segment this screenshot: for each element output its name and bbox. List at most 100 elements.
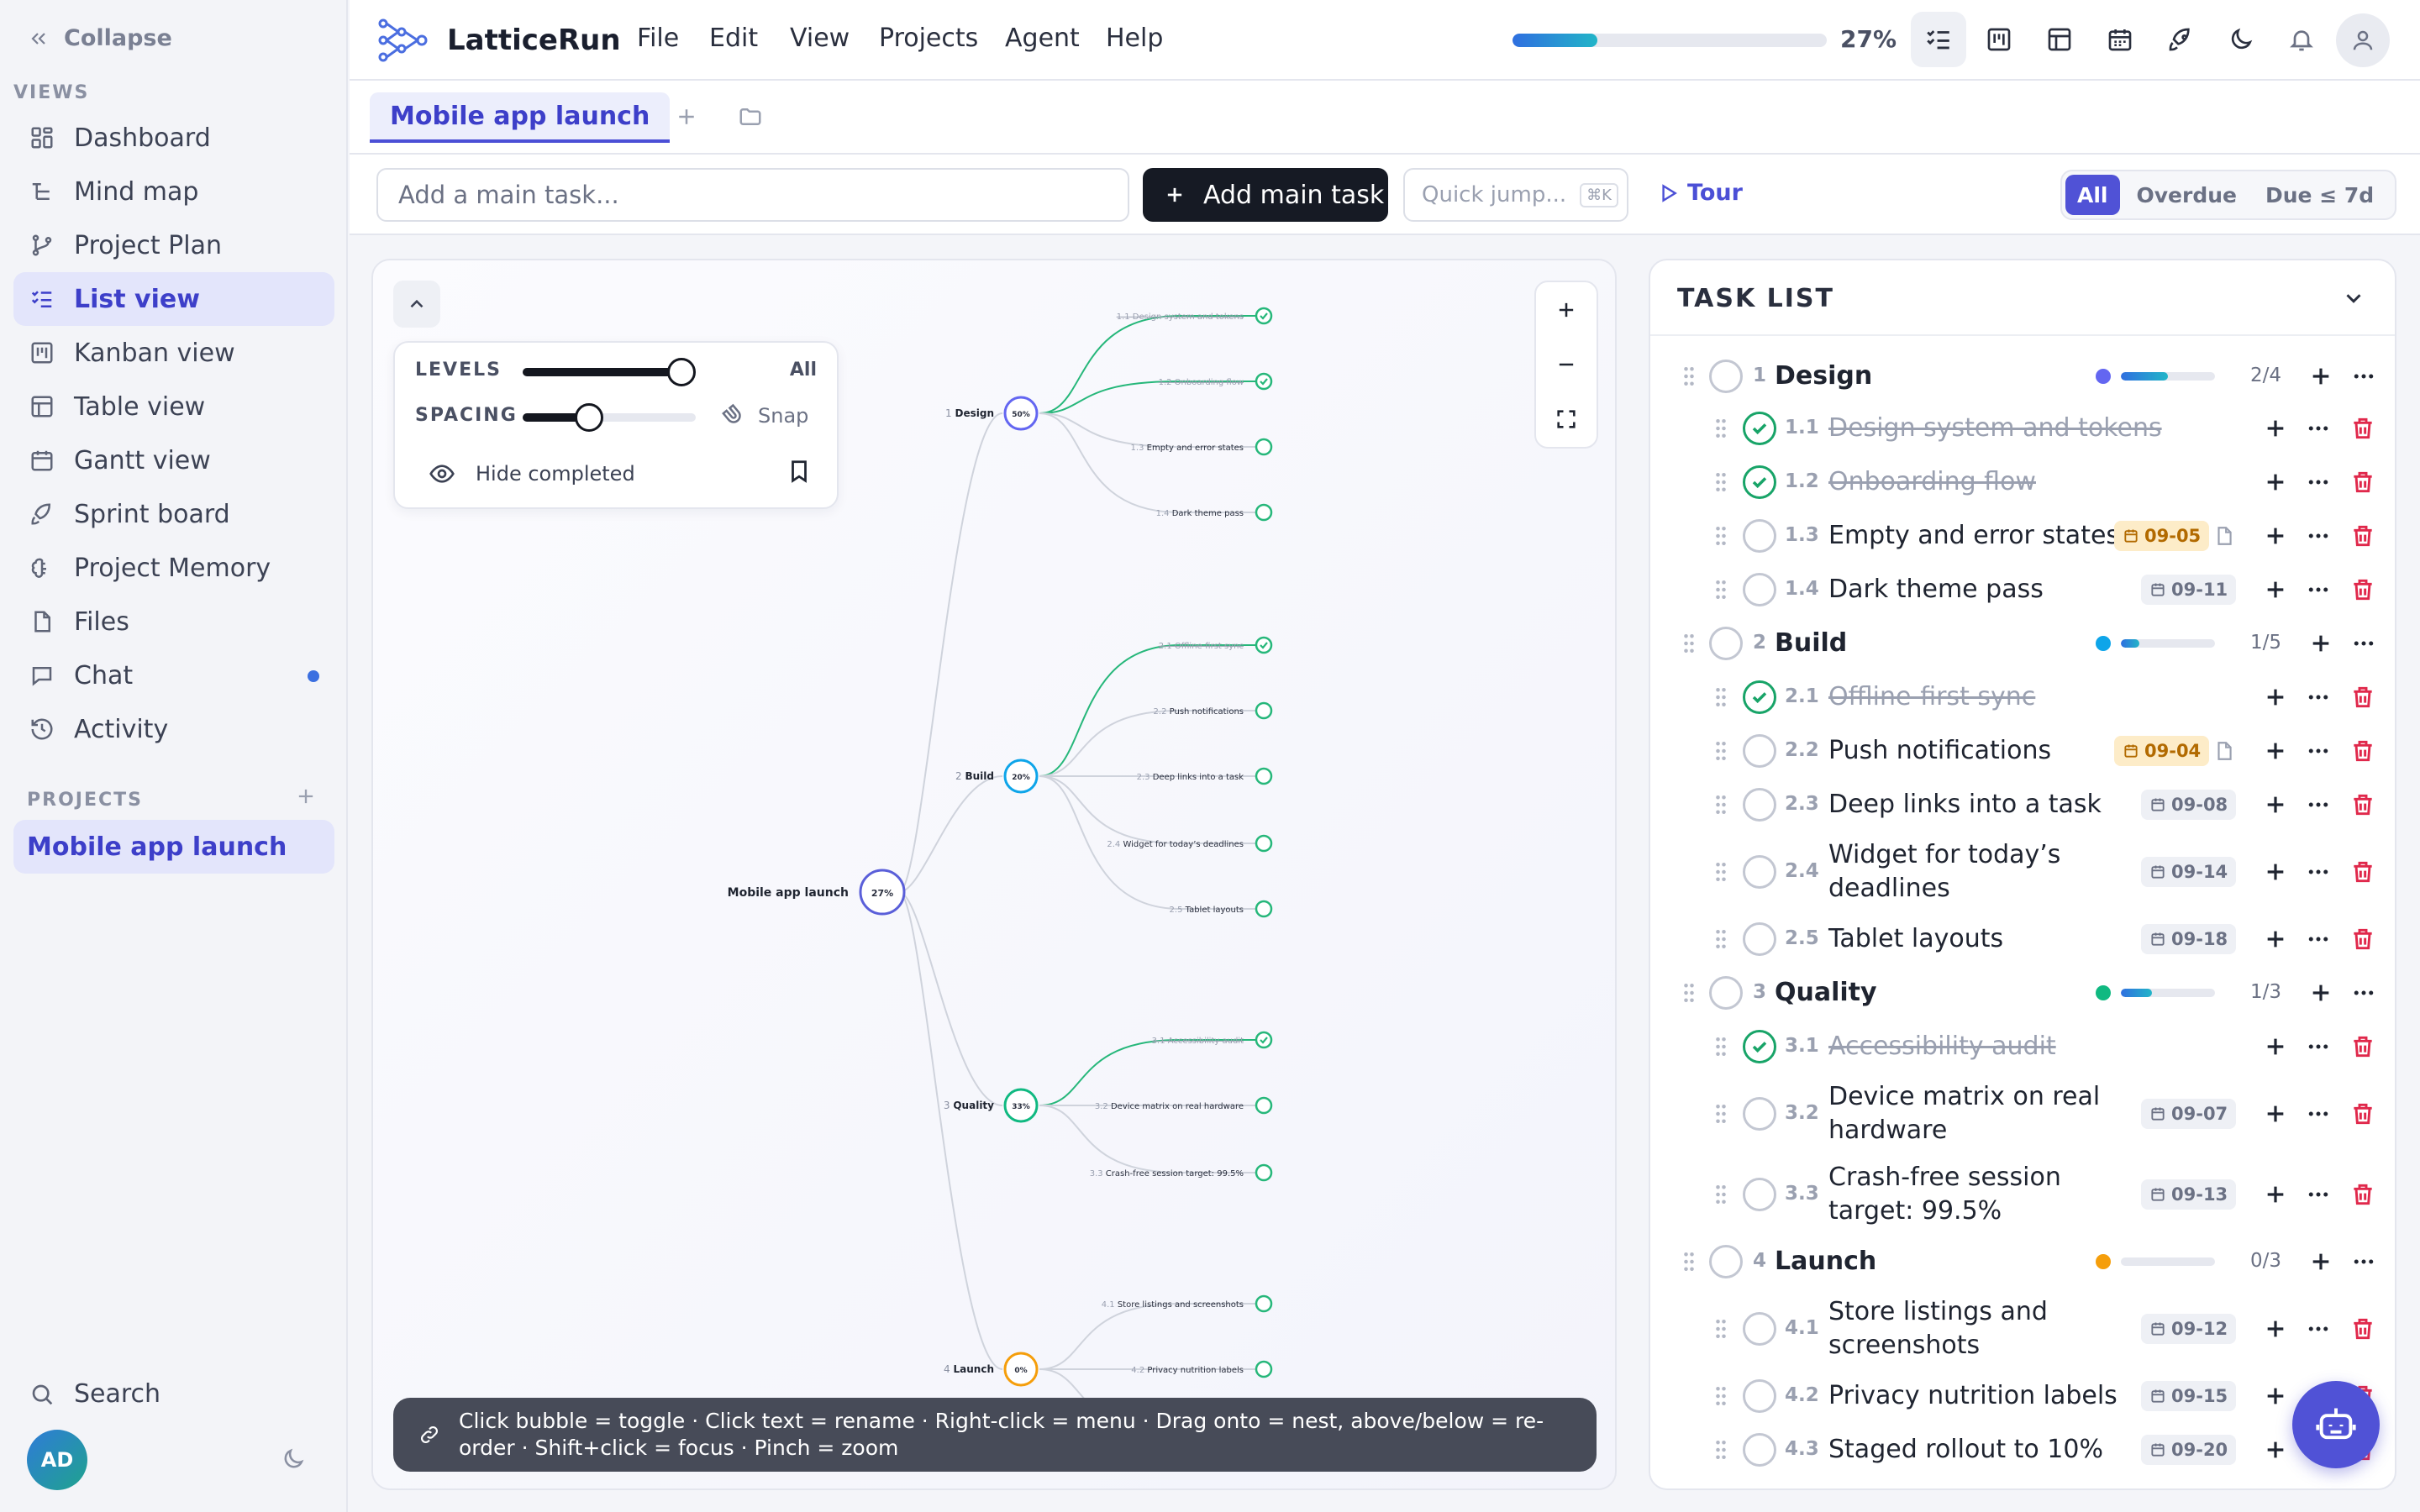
- due-date-badge[interactable]: 09-08: [2141, 790, 2237, 820]
- more-options-icon[interactable]: [2306, 792, 2331, 817]
- sidebar-item-mind-map[interactable]: Mind map: [13, 165, 334, 218]
- drag-handle-icon[interactable]: [1712, 524, 1729, 548]
- more-options-icon[interactable]: [2306, 1101, 2331, 1126]
- task-toggle-bubble[interactable]: [1255, 503, 1273, 522]
- sidebar-item-files[interactable]: Files: [13, 595, 334, 648]
- group-title[interactable]: Design: [1775, 360, 1872, 393]
- task-toggle-bubble[interactable]: [1255, 307, 1273, 325]
- due-date-badge[interactable]: 09-13: [2141, 1179, 2237, 1210]
- filter-due-7d[interactable]: Due ≤ 7d: [2254, 175, 2386, 215]
- snap-toggle[interactable]: Snap: [721, 403, 808, 428]
- add-subtask-icon[interactable]: [2262, 469, 2289, 496]
- zoom-out-icon[interactable]: [1555, 353, 1578, 376]
- group-title[interactable]: Build: [1775, 627, 1847, 660]
- bell-icon[interactable]: [2274, 12, 2329, 67]
- task-checkbox[interactable]: [1743, 734, 1776, 768]
- task-toggle-bubble[interactable]: [1255, 1031, 1273, 1049]
- task-title[interactable]: Design system and tokens: [1828, 412, 2299, 445]
- filter-overdue[interactable]: Overdue: [2125, 175, 2249, 215]
- add-subtask-icon[interactable]: [2262, 791, 2289, 818]
- task-title[interactable]: Privacy nutrition labels: [1828, 1379, 2139, 1413]
- bookmark-icon[interactable]: [786, 459, 812, 484]
- task-toggle-bubble[interactable]: [1255, 701, 1273, 720]
- hide-completed-toggle[interactable]: Hide completed: [429, 460, 635, 487]
- task-checkbox[interactable]: [1743, 519, 1776, 553]
- delete-task-icon[interactable]: [2349, 1315, 2376, 1342]
- delete-task-icon[interactable]: [2349, 522, 2376, 549]
- add-subtask-icon[interactable]: [2262, 684, 2289, 711]
- task-checkbox[interactable]: [1743, 680, 1776, 714]
- task-title[interactable]: Accessibility audit: [1828, 1030, 2299, 1063]
- list-view-button[interactable]: [1911, 12, 1966, 67]
- tour-button[interactable]: Tour: [1657, 180, 1743, 206]
- add-subtask-icon[interactable]: [2307, 630, 2334, 657]
- task-checkbox[interactable]: [1743, 1097, 1776, 1131]
- drag-handle-icon[interactable]: [1712, 685, 1729, 709]
- group-node-label[interactable]: 2 Build: [955, 770, 994, 782]
- theme-toggle-moon-icon[interactable]: [2213, 12, 2269, 67]
- zoom-in-icon[interactable]: [1555, 298, 1578, 322]
- add-main-task-button[interactable]: Add main task: [1143, 168, 1388, 222]
- task-checkbox[interactable]: [1743, 465, 1776, 499]
- delete-task-icon[interactable]: [2349, 1100, 2376, 1127]
- drag-handle-icon[interactable]: [1712, 470, 1729, 494]
- due-date-badge[interactable]: 09-11: [2141, 575, 2237, 605]
- more-options-icon[interactable]: [2351, 980, 2376, 1005]
- due-date-badge[interactable]: 09-15: [2141, 1381, 2237, 1411]
- collapse-button[interactable]: Collapse: [29, 25, 172, 51]
- task-node-label[interactable]: 2.2 Push notifications: [1154, 707, 1244, 717]
- due-date-badge[interactable]: 09-14: [2141, 857, 2237, 887]
- task-title[interactable]: Widget for today’s deadlines: [1828, 838, 2139, 906]
- task-node-label[interactable]: 3.1 Accessibility audit: [1152, 1037, 1244, 1046]
- add-subtask-icon[interactable]: [2262, 1181, 2289, 1208]
- task-checkbox[interactable]: [1743, 1312, 1776, 1346]
- folder-icon[interactable]: [738, 104, 763, 129]
- more-options-icon[interactable]: [2306, 1034, 2331, 1059]
- task-node-label[interactable]: 2.5 Tablet layouts: [1170, 906, 1244, 915]
- task-toggle-bubble[interactable]: [1255, 636, 1273, 654]
- task-toggle-bubble[interactable]: [1255, 1360, 1273, 1378]
- due-date-badge[interactable]: 09-12: [2141, 1314, 2237, 1344]
- add-subtask-icon[interactable]: [2262, 415, 2289, 442]
- add-subtask-icon[interactable]: [2307, 1248, 2334, 1275]
- drag-handle-icon[interactable]: [1681, 1250, 1697, 1273]
- tab-mobile-app-launch[interactable]: Mobile app launch: [370, 92, 671, 143]
- sidebar-item-dashboard[interactable]: Dashboard: [13, 111, 334, 165]
- drag-handle-icon[interactable]: [1712, 860, 1729, 884]
- menu-edit[interactable]: Edit: [709, 24, 758, 53]
- task-node-label[interactable]: 3.2 Device matrix on real hardware: [1095, 1102, 1244, 1111]
- main-task-input[interactable]: [376, 168, 1129, 222]
- levels-slider-knob[interactable]: [667, 358, 696, 386]
- more-options-icon[interactable]: [2306, 523, 2331, 549]
- drag-handle-icon[interactable]: [1712, 1102, 1729, 1126]
- more-options-icon[interactable]: [2306, 1316, 2331, 1341]
- drag-handle-icon[interactable]: [1681, 632, 1697, 655]
- task-toggle-bubble[interactable]: [1255, 438, 1273, 456]
- delete-task-icon[interactable]: [2349, 415, 2376, 442]
- more-options-icon[interactable]: [2306, 927, 2331, 952]
- add-subtask-icon[interactable]: [2307, 363, 2334, 390]
- task-title[interactable]: Push notifications: [1828, 734, 2139, 768]
- task-node-label[interactable]: 2.4 Widget for today’s deadlines: [1107, 840, 1244, 849]
- menu-view[interactable]: View: [790, 24, 850, 53]
- filter-all[interactable]: All: [2065, 175, 2120, 215]
- drag-handle-icon[interactable]: [1712, 1317, 1729, 1341]
- sidebar-item-list-view[interactable]: List view: [13, 272, 334, 326]
- delete-task-icon[interactable]: [2349, 469, 2376, 496]
- root-node-label[interactable]: Mobile app launch: [728, 886, 849, 900]
- menu-projects[interactable]: Projects: [879, 24, 978, 53]
- table-view-button[interactable]: [2032, 12, 2087, 67]
- task-node-label[interactable]: 2.3 Deep links into a task: [1137, 773, 1244, 782]
- avatar[interactable]: AD: [27, 1430, 87, 1490]
- group-node-label[interactable]: 1 Design: [945, 407, 994, 419]
- due-date-badge[interactable]: 09-20: [2141, 1435, 2237, 1465]
- sidebar-search[interactable]: Search: [29, 1379, 160, 1409]
- task-toggle-bubble[interactable]: [1255, 834, 1273, 853]
- task-title[interactable]: Staged rollout to 10%: [1828, 1433, 2139, 1467]
- kanban-view-button[interactable]: [1971, 12, 2027, 67]
- rocket-icon[interactable]: [2153, 12, 2208, 67]
- due-date-badge[interactable]: 09-05: [2114, 521, 2210, 551]
- more-options-icon[interactable]: [2351, 1249, 2376, 1274]
- drag-handle-icon[interactable]: [1712, 1035, 1729, 1058]
- delete-task-icon[interactable]: [2349, 791, 2376, 818]
